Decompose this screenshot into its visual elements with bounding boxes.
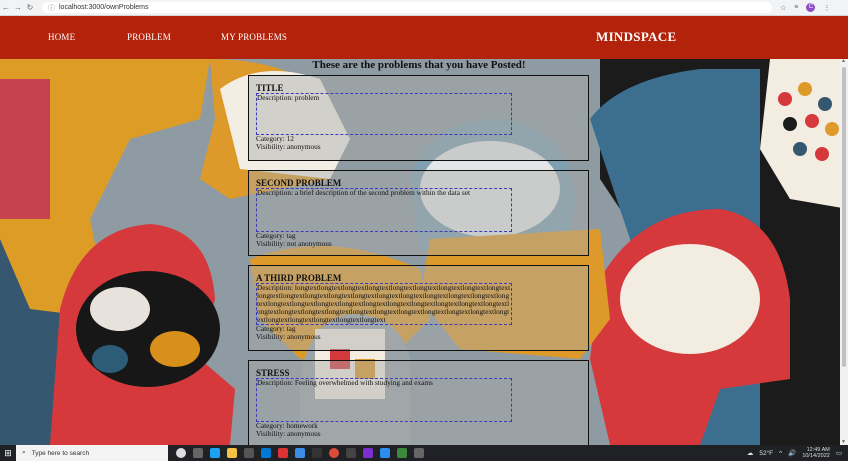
weather-temp: 52°F [759, 449, 774, 457]
problem-description: Description: longtextlongtextlongtextlon… [257, 283, 511, 324]
nav-my-problems-link[interactable]: MY PROBLEMS [221, 32, 287, 42]
bookmark-star-icon[interactable]: ☆ [780, 4, 786, 12]
problem-description-box: Description: problem [256, 93, 512, 135]
app-green-icon[interactable] [397, 448, 407, 458]
problem-visibility: Visibility: anonymous [256, 429, 321, 438]
system-tray: ☁ 52°F ^ 🔊 12:49 AM 10/14/2022 ▭ [747, 447, 848, 459]
page-scrollbar[interactable]: ▲ ▼ [840, 59, 848, 445]
problem-visibility: Visibility: not anonymous [256, 239, 332, 248]
taskbar-apps [176, 448, 424, 458]
browser-toolbar: ← → ↻ ⓘ localhost:3000/ownProblems ☆ ≡ C… [0, 0, 848, 16]
app-red-icon[interactable] [278, 448, 288, 458]
vscode-icon[interactable] [380, 448, 390, 458]
problem-description-box: Description: Feeling overwhelmed with st… [256, 378, 512, 422]
taskbar-clock[interactable]: 12:49 AM 10/14/2022 [802, 447, 830, 459]
mail-icon[interactable] [261, 448, 271, 458]
chrome-icon[interactable] [329, 448, 339, 458]
page-heading: These are the problems that you have Pos… [312, 59, 526, 71]
back-icon[interactable]: ← [0, 3, 12, 12]
task-view-icon[interactable] [193, 448, 203, 458]
problem-card: STRESS Description: Feeling overwhelmed … [248, 360, 589, 446]
reading-list-icon[interactable]: ≡ [794, 4, 798, 11]
profile-avatar[interactable]: C [806, 3, 816, 12]
scrollbar-thumb[interactable] [842, 67, 846, 367]
problem-visibility: Visibility: anonymous [256, 332, 321, 341]
nav-problem-link[interactable]: PROBLEM [127, 32, 171, 42]
problem-description: Description: a brief description of the … [257, 188, 470, 197]
search-icon: ⌕ [22, 449, 26, 456]
file-explorer-icon[interactable] [227, 448, 237, 458]
forward-icon[interactable]: → [12, 3, 24, 12]
problem-title: A THIRD PROBLEM [256, 273, 342, 283]
top-navbar: HOME PROBLEM MY PROBLEMS MINDSPACE [0, 16, 848, 59]
problem-description-box: Description: longtextlongtextlongtextlon… [256, 283, 512, 325]
visual-studio-icon[interactable] [363, 448, 373, 458]
windows-taskbar: ⊞ ⌕ Type here to search ☁ 52°F ^ 🔊 12:49… [0, 445, 848, 461]
problem-description-box: Description: a brief description of the … [256, 188, 512, 232]
store-icon[interactable] [244, 448, 254, 458]
problem-title: STRESS [256, 368, 290, 378]
scroll-up-icon[interactable]: ▲ [841, 59, 846, 64]
nav-home-link[interactable]: HOME [48, 32, 75, 42]
cortana-icon[interactable] [176, 448, 186, 458]
app-box-icon[interactable] [346, 448, 356, 458]
problem-description: Description: Feeling overwhelmed with st… [257, 378, 433, 387]
taskbar-search[interactable]: ⌕ Type here to search [16, 445, 168, 461]
clock-date: 10/14/2022 [802, 453, 830, 459]
edge-icon[interactable] [210, 448, 220, 458]
notifications-icon[interactable]: ▭ [836, 449, 842, 457]
windows-start-icon[interactable]: ⊞ [0, 448, 16, 459]
problem-card: A THIRD PROBLEM Description: longtextlon… [248, 265, 589, 351]
brand-logo[interactable]: MINDSPACE [596, 29, 676, 45]
dropbox-icon[interactable] [295, 448, 305, 458]
problem-card: TITLE Description: problem Category: 12 … [248, 75, 589, 161]
app-grey-icon[interactable] [414, 448, 424, 458]
problem-card: SECOND PROBLEM Description: a brief desc… [248, 170, 589, 256]
chevron-up-icon[interactable]: ^ [779, 450, 782, 457]
volume-icon[interactable]: 🔊 [788, 449, 796, 457]
info-icon[interactable]: ⓘ [48, 3, 55, 13]
app-bolt-icon[interactable] [312, 448, 322, 458]
problem-description: Description: problem [257, 93, 320, 102]
url-text: localhost:3000/ownProblems [59, 4, 149, 11]
menu-icon[interactable]: ⋮ [823, 4, 830, 12]
problem-title: TITLE [256, 83, 284, 93]
reload-icon[interactable]: ↻ [24, 3, 36, 12]
taskbar-search-placeholder: Type here to search [31, 449, 90, 457]
address-bar[interactable]: ⓘ localhost:3000/ownProblems [42, 2, 772, 13]
problem-title: SECOND PROBLEM [256, 178, 342, 188]
problem-visibility: Visibility: anonymous [256, 142, 321, 151]
weather-icon[interactable]: ☁ [747, 449, 754, 457]
